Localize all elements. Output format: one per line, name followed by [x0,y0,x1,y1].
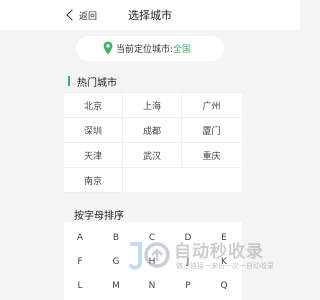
city-guangzhou[interactable]: 广州 [182,93,241,118]
letter-l[interactable]: L [70,276,90,296]
letter-j[interactable]: J [178,252,198,272]
current-location-label: 当前定位城市: [116,45,174,55]
letter-f[interactable]: F [70,252,90,272]
letter-d[interactable]: D [178,228,198,248]
section-accent-bar [68,76,70,86]
current-location-value: 全国 [173,45,192,55]
letter-q[interactable]: Q [214,276,234,296]
hot-cities-grid: 北京 上海 广州 深圳 成都 厦门 天津 武汉 重庆 南京 [64,92,242,193]
city-nanjing[interactable]: 南京 [64,168,123,193]
hot-cities-title: 热门城市 [77,77,117,89]
city-chengdu[interactable]: 成都 [123,118,182,143]
letter-b[interactable]: B [106,228,126,248]
letter-m[interactable]: M [106,276,126,296]
letter-a[interactable]: A [70,228,90,248]
page-title: 选择城市 [128,9,172,22]
city-shenzhen[interactable]: 深圳 [64,118,123,143]
city-tianjin[interactable]: 天津 [64,143,123,168]
top-bar: 返回 选择城市 [0,0,300,30]
letter-n[interactable]: N [142,276,162,296]
city-beijing[interactable]: 北京 [64,93,123,118]
city-wuhan[interactable]: 武汉 [123,143,182,168]
letter-h[interactable]: H [142,252,162,272]
letter-c[interactable]: C [142,228,162,248]
alphabet-sort-title: 按字母排序 [74,211,124,222]
city-chongqing[interactable]: 重庆 [182,143,241,168]
letter-e[interactable]: E [214,228,234,248]
letter-p[interactable]: P [178,276,198,296]
current-location-button[interactable]: 当前定位城市: 全国 [76,36,224,61]
location-pin-icon [103,41,113,55]
city-xiamen[interactable]: 厦门 [182,118,241,143]
letter-g[interactable]: G [106,252,126,272]
city-shanghai[interactable]: 上海 [123,93,182,118]
letter-k[interactable]: K [214,252,234,272]
alphabet-panel: A B C D E F G H J K L M N P Q [64,222,242,300]
hot-cities-header: 热门城市 [64,72,242,90]
